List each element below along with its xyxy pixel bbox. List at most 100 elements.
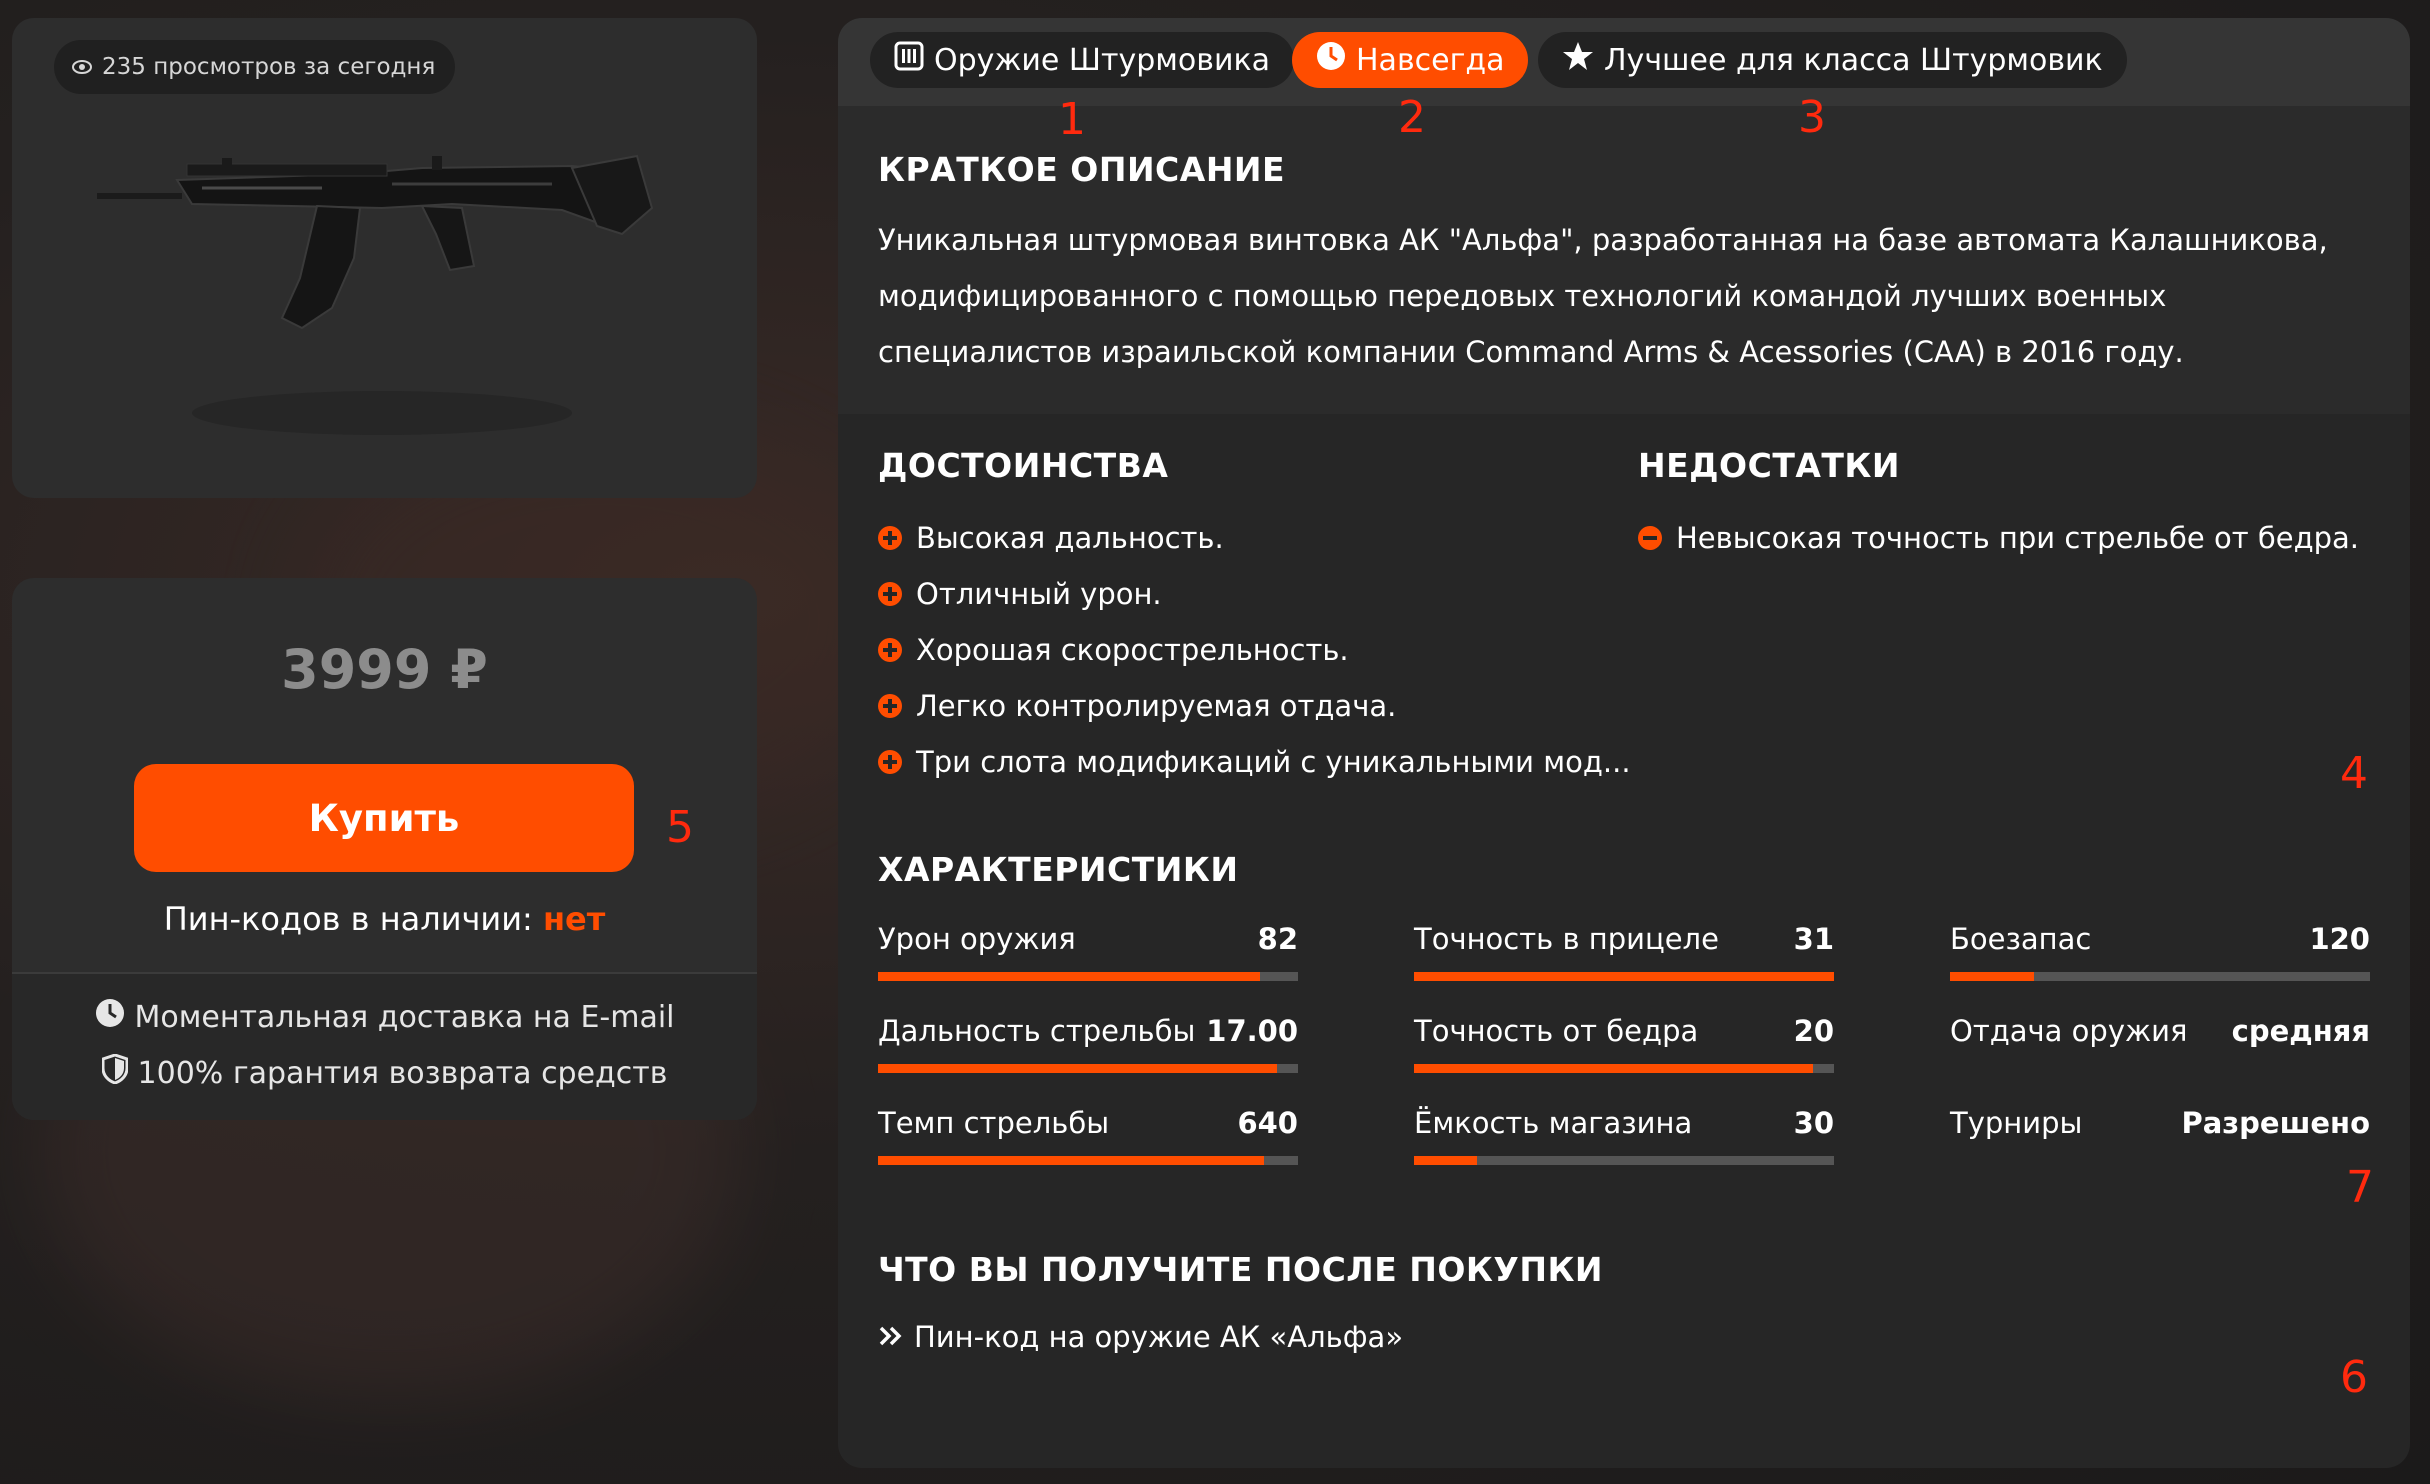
stat-bar-fill [1950, 972, 2034, 981]
guarantees-footer [12, 974, 757, 1120]
annotation-marker: 7 [2346, 1162, 2374, 1213]
guarantee-refund: 100% гарантия возврата средств [12, 1053, 757, 1092]
pros-title: ДОСТОИНСТВА [878, 446, 1169, 485]
stat-value: 17.00 [1206, 1014, 1298, 1048]
double-chevron-right-icon [878, 1320, 904, 1354]
stat-damage: Урон оружия 82 [878, 922, 1298, 992]
stat-value: 640 [1237, 1106, 1298, 1140]
clock-icon [1316, 41, 1346, 79]
stat-bar [878, 972, 1298, 981]
pros-item: Три слота модификаций с уникальными мод.… [878, 734, 1631, 790]
annotation-marker: 2 [1398, 92, 1426, 143]
stat-value: 120 [2309, 922, 2370, 956]
tab-best-for-class[interactable]: Лучшее для класса Штурмовик [1538, 32, 2127, 88]
views-badge: 235 просмотров за сегодня [54, 40, 456, 94]
stat-name: Точность в прицеле [1414, 922, 1719, 956]
annotation-marker: 4 [2340, 748, 2368, 799]
rifle-image [97, 154, 654, 435]
stat-name: Темп стрельбы [878, 1106, 1110, 1140]
stats-title: ХАРАКТЕРИСТИКИ [878, 850, 1239, 889]
stat-magazine: Ёмкость магазина 30 [1414, 1106, 1834, 1176]
stat-name: Точность от бедра [1414, 1014, 1699, 1048]
tab-label: Оружие Штурмовика [934, 42, 1270, 78]
pros-item: Высокая дальность. [878, 510, 1631, 566]
stat-bar-fill [1414, 972, 1834, 981]
stat-tournaments: Турниры Разрешено [1950, 1106, 2370, 1176]
stat-bar [878, 1156, 1298, 1165]
stat-value: средняя [2231, 1014, 2370, 1048]
price: 3999 ₽ [281, 638, 488, 701]
star-icon [1562, 41, 1594, 79]
description-text: Уникальная штурмовая винтовка АК "Альфа"… [878, 223, 2328, 369]
stat-recoil: Отдача оружия средняя [1950, 1014, 2370, 1084]
tab-assault-weapons[interactable]: Оружие Штурмовика [870, 32, 1294, 88]
plus-circle-icon [878, 526, 902, 550]
stat-value: 30 [1793, 1106, 1834, 1140]
pros-item-text: Три слота модификаций с уникальными мод.… [916, 745, 1631, 779]
cons-title: НЕДОСТАТКИ [1638, 446, 1900, 485]
stat-fire-rate: Темп стрельбы 640 [878, 1106, 1298, 1176]
guarantee-text: Моментальная доставка на E-mail [134, 999, 675, 1035]
stat-bar-fill [878, 972, 1261, 981]
pros-item-text: Легко контролируемая отдача. [916, 689, 1397, 723]
description-title: КРАТКОЕ ОПИСАНИЕ [878, 150, 1286, 189]
stock-status: Пин-кодов в наличии: нет [12, 900, 757, 938]
plus-circle-icon [878, 582, 902, 606]
tabs-bar: Оружие Штурмовика Навсегда Лучшее для кл… [838, 18, 2410, 106]
pros-item: Хорошая скорострельность. [878, 622, 1631, 678]
stat-bar [1414, 1064, 1834, 1073]
cons-item: Невысокая точность при стрельбе от бедра… [1638, 510, 2359, 566]
stat-name: Боезапас [1950, 922, 2092, 956]
views-count: 235 просмотров за сегодня [102, 54, 436, 80]
magazine-icon [894, 41, 924, 79]
pros-item-text: Хорошая скорострельность. [916, 633, 1349, 667]
stat-value: 31 [1793, 922, 1834, 956]
rewards-title: ЧТО ВЫ ПОЛУЧИТЕ ПОСЛЕ ПОКУПКИ [878, 1250, 1604, 1289]
eye-icon [72, 54, 92, 80]
stat-name: Урон оружия [878, 922, 1076, 956]
stat-value: 82 [1257, 922, 1298, 956]
cons-list: Невысокая точность при стрельбе от бедра… [1638, 510, 2359, 566]
stat-name: Дальность стрельбы [878, 1014, 1196, 1048]
product-image-card: 235 просмотров за сегодня [12, 18, 757, 498]
stat-name: Турниры [1950, 1106, 2083, 1140]
reward-text: Пин-код на оружие АК «Альфа» [914, 1320, 1404, 1354]
guarantee-delivery: Моментальная доставка на E-mail [12, 998, 757, 1036]
pros-item: Отличный урон. [878, 566, 1631, 622]
pros-list: Высокая дальность. Отличный урон. Хороша… [878, 510, 1631, 790]
stat-hip-accuracy: Точность от бедра 20 [1414, 1014, 1834, 1084]
guarantee-text: 100% гарантия возврата средств [137, 1055, 668, 1091]
stat-range: Дальность стрельбы 17.00 [878, 1014, 1298, 1084]
stat-name: Ёмкость магазина [1414, 1106, 1693, 1140]
minus-circle-icon [1638, 526, 1662, 550]
stat-bar-fill [878, 1156, 1265, 1165]
plus-circle-icon [878, 638, 902, 662]
tab-label: Лучшее для класса Штурмовик [1604, 42, 2103, 78]
stat-bar [878, 1064, 1298, 1073]
plus-circle-icon [878, 694, 902, 718]
stock-label: Пин-кодов в наличии: [163, 900, 533, 938]
stat-name: Отдача оружия [1950, 1014, 2188, 1048]
stat-aim-accuracy: Точность в прицеле 31 [1414, 922, 1834, 992]
stat-bar [1414, 972, 1834, 981]
annotation-marker: 5 [666, 802, 694, 853]
stat-ammo: Боезапас 120 [1950, 922, 2370, 992]
stat-bar [1950, 972, 2370, 981]
tab-label: Навсегда [1356, 42, 1505, 78]
purchase-card: 3999 ₽ Купить Пин-кодов в наличии: нет М… [12, 578, 757, 1120]
buy-button[interactable]: Купить [134, 764, 634, 872]
stat-bar-fill [1414, 1064, 1813, 1073]
pros-item-text: Отличный урон. [916, 577, 1162, 611]
reward-item: Пин-код на оружие АК «Альфа» [878, 1320, 1403, 1354]
pros-item-text: Высокая дальность. [916, 521, 1224, 555]
shield-icon [101, 1053, 129, 1092]
stock-value: нет [542, 900, 606, 938]
annotation-marker: 1 [1058, 94, 1086, 145]
tab-forever[interactable]: Навсегда [1292, 32, 1529, 88]
stat-bar-fill [878, 1064, 1277, 1073]
annotation-marker: 3 [1798, 92, 1826, 143]
clock-icon [95, 998, 125, 1036]
cons-item-text: Невысокая точность при стрельбе от бедра… [1676, 521, 2360, 555]
stat-bar-fill [1414, 1156, 1477, 1165]
stat-value: 20 [1793, 1014, 1834, 1048]
